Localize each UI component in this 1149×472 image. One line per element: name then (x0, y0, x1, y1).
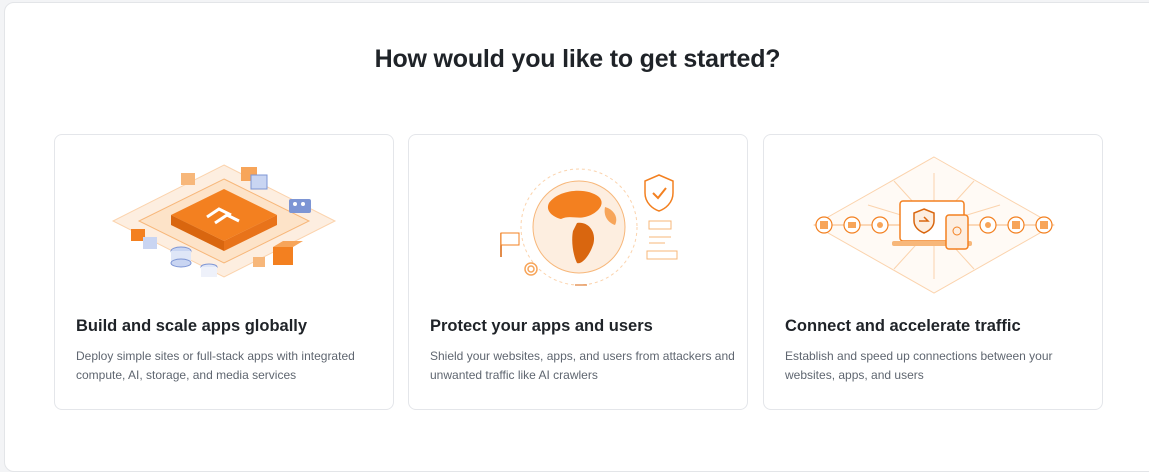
card-title: Connect and accelerate traffic (785, 317, 1021, 335)
card-protect-apps-users[interactable]: Protect your apps and users Shield your … (408, 134, 748, 410)
card-connect-accelerate-traffic[interactable]: Connect and accelerate traffic Establish… (763, 134, 1103, 410)
page-title: How would you like to get started? (374, 45, 781, 73)
card-description: Deploy simple sites or full-stack apps w… (76, 349, 355, 382)
card-title: Protect your apps and users (430, 317, 653, 335)
card-build-scale-apps[interactable]: Build and scale apps globally Deploy sim… (54, 134, 394, 410)
globe-shield-illustration (500, 168, 678, 286)
isometric-platform-illustration (111, 164, 337, 278)
card-description: Shield your websites, apps, and users fr… (430, 349, 735, 382)
get-started-panel: How would you like to get started? Build… (4, 2, 1149, 472)
card-description: Establish and speed up connections betwe… (785, 349, 1053, 382)
card-title: Build and scale apps globally (76, 317, 308, 335)
connected-devices-illustration (812, 156, 1056, 294)
